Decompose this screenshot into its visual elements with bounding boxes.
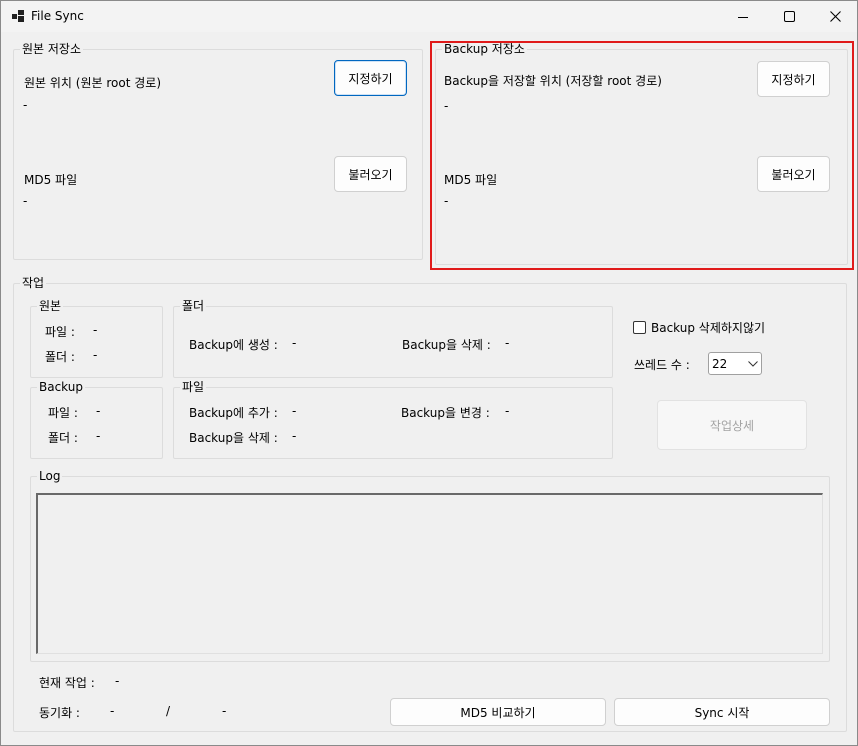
maximize-icon xyxy=(783,11,795,22)
source-md5-value: - xyxy=(23,194,28,208)
sync-label: 동기화 : xyxy=(39,706,80,720)
threads-select[interactable]: 22 xyxy=(708,352,762,375)
backup-files-value: - xyxy=(96,404,101,418)
file-sync-window: File Sync 원본 저장소 원본 위치 (원본 root 경로) - 지정… xyxy=(0,0,858,746)
sync-separator: / xyxy=(166,704,171,718)
source-location-value: - xyxy=(23,98,28,112)
folder-create-value: - xyxy=(292,336,297,350)
folder-delete-label: Backup을 삭제 : xyxy=(402,338,491,352)
task-detail-button[interactable]: 작업상세 xyxy=(657,400,807,450)
source-md5-label: MD5 파일 xyxy=(24,173,78,187)
threads-value: 22 xyxy=(712,357,728,371)
sync-total-value: - xyxy=(222,704,227,718)
highlight-box xyxy=(430,41,854,270)
source-set-button[interactable]: 지정하기 xyxy=(334,60,407,96)
source-load-button[interactable]: 불러오기 xyxy=(334,156,407,192)
file-ops-title: 파일 xyxy=(182,380,205,394)
title-bar[interactable]: File Sync xyxy=(1,1,857,32)
backup-folders-value: - xyxy=(96,429,101,443)
backup-stats-title: Backup xyxy=(39,380,83,394)
file-add-value: - xyxy=(292,404,297,418)
log-textbox[interactable] xyxy=(36,493,823,654)
no-delete-label[interactable]: Backup 삭제하지않기 xyxy=(651,319,765,336)
source-stats-title: 원본 xyxy=(39,299,62,313)
backup-folders-label: 폴더 : xyxy=(48,431,78,445)
window-title: File Sync xyxy=(31,9,84,23)
threads-label: 쓰레드 수 : xyxy=(634,358,690,372)
file-add-label: Backup에 추가 : xyxy=(189,406,278,420)
source-location-label: 원본 위치 (원본 root 경로) xyxy=(24,76,162,90)
maximize-button[interactable] xyxy=(766,1,812,32)
source-folders-label: 폴더 : xyxy=(45,350,75,364)
file-delete-label: Backup을 삭제 : xyxy=(189,431,278,445)
sync-start-button[interactable]: Sync 시작 xyxy=(614,698,830,726)
close-button[interactable] xyxy=(812,1,857,32)
source-files-value: - xyxy=(93,323,98,337)
minimize-icon xyxy=(738,16,748,18)
current-task-label: 현재 작업 : xyxy=(39,676,95,690)
task-group-title: 작업 xyxy=(22,276,45,290)
sync-done-value: - xyxy=(110,704,115,718)
source-group-title: 원본 저장소 xyxy=(22,42,82,56)
folder-ops-title: 폴더 xyxy=(182,299,205,313)
minimize-button[interactable] xyxy=(720,1,766,32)
backup-files-label: 파일 : xyxy=(48,406,78,420)
md5-compare-button[interactable]: MD5 비교하기 xyxy=(390,698,606,726)
current-task-value: - xyxy=(115,674,120,688)
folder-create-label: Backup에 생성 : xyxy=(189,338,278,352)
no-delete-checkbox[interactable] xyxy=(633,321,646,334)
source-files-label: 파일 : xyxy=(45,325,75,339)
file-change-label: Backup을 변경 : xyxy=(401,406,490,420)
file-delete-value: - xyxy=(292,429,297,443)
chevron-down-icon xyxy=(748,361,758,367)
close-icon xyxy=(829,11,841,22)
source-folders-value: - xyxy=(93,348,98,362)
log-title: Log xyxy=(39,469,61,483)
folder-delete-value: - xyxy=(505,336,510,350)
app-icon xyxy=(12,10,24,22)
file-change-value: - xyxy=(505,404,510,418)
